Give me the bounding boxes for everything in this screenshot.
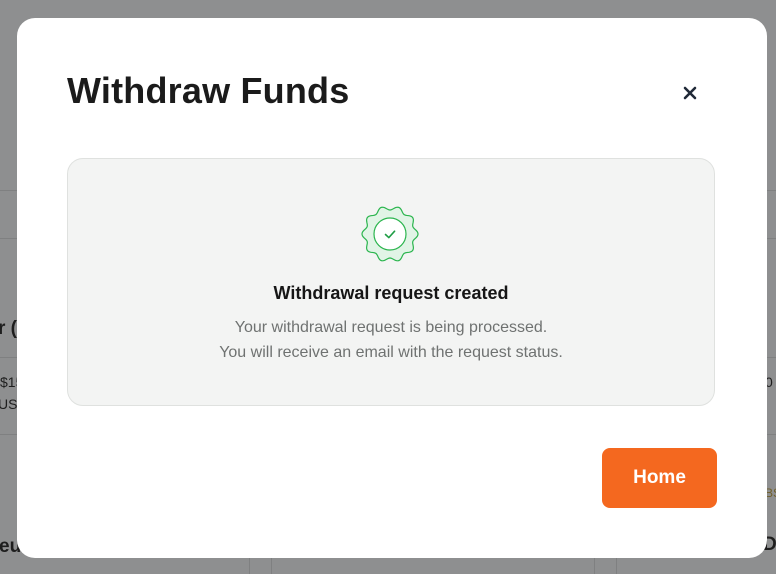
background-divider: [0, 434, 17, 435]
background-divider: [767, 434, 776, 435]
status-card: Withdrawal request created Your withdraw…: [67, 158, 715, 406]
status-title: Withdrawal request created: [273, 283, 509, 303]
background-text: r (: [0, 318, 17, 339]
background-divider: [0, 357, 17, 358]
background-divider: [616, 558, 617, 574]
modal-title: Withdraw Funds: [67, 70, 350, 111]
status-message-line: Your withdrawal request is being process…: [234, 319, 548, 336]
background-divider: [0, 238, 17, 239]
background-divider: [0, 190, 17, 191]
status-message-line: You will receive an email with the reque…: [219, 344, 563, 361]
close-button[interactable]: [675, 78, 705, 108]
home-button[interactable]: Home: [602, 448, 717, 508]
background-divider: [594, 558, 595, 574]
close-icon: [683, 86, 697, 100]
withdraw-funds-modal: Withdraw Funds Withdrawal request create…: [17, 18, 767, 558]
background-divider: [249, 558, 250, 574]
background-divider: [767, 238, 776, 239]
background-divider: [767, 190, 776, 191]
check-badge-icon: [361, 206, 419, 262]
background-divider: [767, 357, 776, 358]
background-divider: [271, 558, 272, 574]
